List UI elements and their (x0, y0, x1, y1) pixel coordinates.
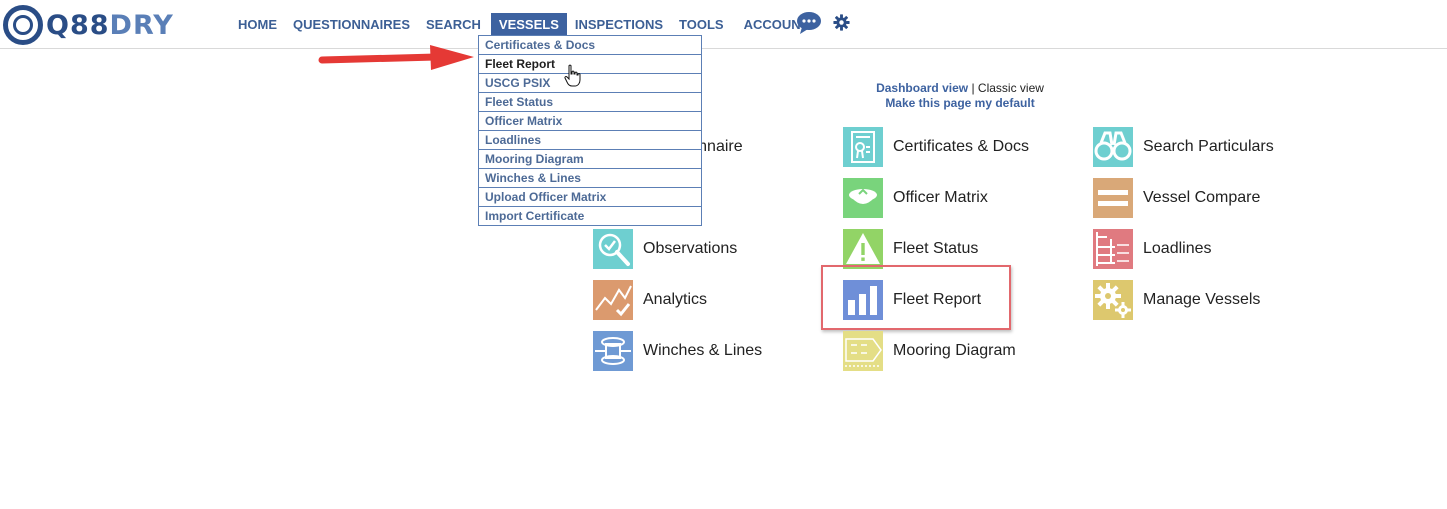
nav-tools[interactable]: TOOLS (671, 13, 732, 36)
menu-item-uscg-psix[interactable]: USCG PSIX (479, 74, 701, 93)
warning-triangle-icon (843, 229, 883, 269)
nav-home[interactable]: HOME (230, 13, 285, 36)
logo-ring-icon (3, 5, 43, 45)
menu-item-import-certificate[interactable]: Import Certificate (479, 207, 701, 225)
tile-manage-vessels[interactable]: Manage Vessels (1093, 280, 1260, 320)
tile-label: Analytics (643, 291, 708, 308)
tile-officer-matrix[interactable]: Officer Matrix (843, 178, 988, 218)
tile-fleet-report[interactable]: Fleet Report (843, 280, 981, 320)
gears-icon (1093, 280, 1133, 320)
hand-pointer-cursor-icon (564, 64, 581, 87)
winch-icon (593, 331, 633, 371)
logo-text: Q88DRY (46, 9, 174, 41)
top-navigation-bar: Q88DRY HOME QUESTIONNAIRES SEARCH VESSEL… (0, 0, 1447, 49)
menu-item-upload-officer-matrix[interactable]: Upload Officer Matrix (479, 188, 701, 207)
tile-label: Manage Vessels (1143, 291, 1261, 308)
menu-item-fleet-report[interactable]: Fleet Report (479, 55, 701, 74)
menu-item-mooring-diagram[interactable]: Mooring Diagram (479, 150, 701, 169)
main-nav: HOME QUESTIONNAIRES SEARCH VESSELS INSPE… (230, 12, 817, 36)
menu-item-winches-lines[interactable]: Winches & Lines (479, 169, 701, 188)
nav-inspections[interactable]: INSPECTIONS (567, 13, 671, 36)
compare-bars-icon (1093, 178, 1133, 218)
tile-label: Observations (643, 240, 738, 257)
tile-search-particulars[interactable]: Search Particulars (1093, 127, 1274, 167)
tile-label: Officer Matrix (893, 189, 988, 206)
menu-item-officer-matrix[interactable]: Officer Matrix (479, 112, 701, 131)
red-arrow-annotation-icon (318, 45, 474, 70)
officer-cap-icon (843, 178, 883, 218)
q88dry-logo[interactable]: Q88DRY (3, 3, 174, 47)
analytics-chart-icon (593, 280, 633, 320)
menu-item-certificates-docs[interactable]: Certificates & Docs (479, 36, 701, 55)
dashboard-view-link[interactable]: Dashboard view (876, 81, 968, 95)
tile-winches-lines[interactable]: Winches & Lines (593, 331, 762, 371)
classic-view-link[interactable]: Classic view (978, 81, 1044, 95)
tile-label: Loadlines (1143, 240, 1212, 257)
tile-label: Search Particulars (1143, 138, 1274, 155)
menu-item-fleet-status[interactable]: Fleet Status (479, 93, 701, 112)
tile-loadlines[interactable]: Loadlines (1093, 229, 1212, 269)
tile-label: Vessel Compare (1143, 189, 1261, 206)
tile-label: Mooring Diagram (893, 342, 1016, 359)
view-separator: | (971, 81, 975, 95)
tile-label: Fleet Status (893, 240, 979, 257)
tile-observations[interactable]: Observations (593, 229, 737, 269)
nav-search[interactable]: SEARCH (418, 13, 489, 36)
gear-icon[interactable] (833, 14, 850, 31)
vessels-dropdown-menu: Certificates & Docs Fleet Report USCG PS… (478, 35, 702, 226)
chat-bubble-icon[interactable] (796, 11, 822, 35)
magnifier-check-icon (593, 229, 633, 269)
nav-questionnaires[interactable]: QUESTIONNAIRES (285, 13, 418, 36)
nav-vessels[interactable]: VESSELS (490, 12, 567, 36)
view-links: Dashboard view | Classic view Make this … (820, 81, 1100, 111)
loadline-mark-icon (1093, 229, 1133, 269)
tile-label: Fleet Report (893, 291, 982, 308)
certificate-icon (843, 127, 883, 167)
make-default-link[interactable]: Make this page my default (885, 96, 1034, 110)
binoculars-icon (1093, 127, 1133, 167)
tile-label: Certificates & Docs (893, 138, 1030, 155)
mooring-diagram-icon (843, 331, 883, 371)
tile-certificates-docs[interactable]: Certificates & Docs (843, 127, 1029, 167)
tile-label: Winches & Lines (643, 342, 763, 359)
menu-item-loadlines[interactable]: Loadlines (479, 131, 701, 150)
bar-chart-icon (843, 280, 883, 320)
tile-vessel-compare[interactable]: Vessel Compare (1093, 178, 1260, 218)
tile-mooring-diagram[interactable]: Mooring Diagram (843, 331, 1016, 371)
tile-analytics[interactable]: Analytics (593, 280, 707, 320)
tile-fleet-status[interactable]: Fleet Status (843, 229, 978, 269)
